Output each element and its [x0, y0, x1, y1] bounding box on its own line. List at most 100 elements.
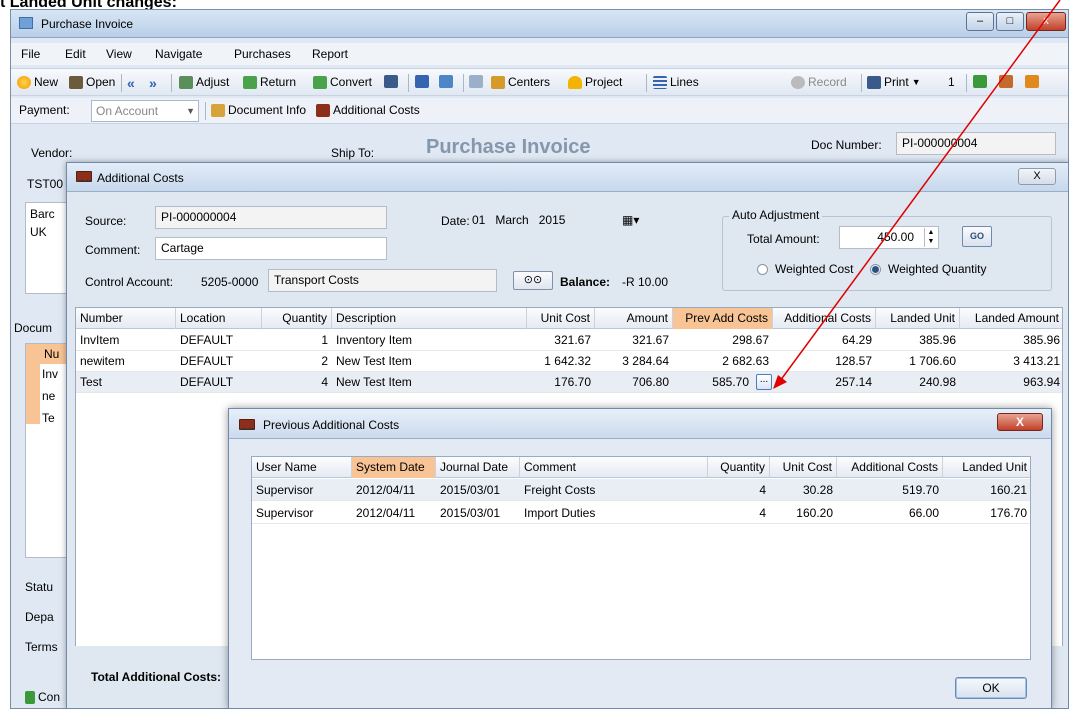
spinner[interactable]: ▲ ▼ — [924, 228, 937, 247]
lookup-account-button[interactable]: ⊙⊙ — [513, 271, 553, 290]
column-header[interactable]: Location — [176, 308, 262, 329]
source-field[interactable]: PI-000000004 — [155, 206, 387, 229]
doc-number-field[interactable]: PI-000000004 — [896, 132, 1056, 155]
documents-tab-fragment[interactable]: Docum — [14, 321, 52, 335]
adjust-button[interactable]: Adjust — [179, 75, 229, 89]
next-icon[interactable]: » — [149, 75, 157, 91]
weighted-quantity-label: Weighted Quantity — [888, 262, 987, 276]
column-header[interactable]: Description — [332, 308, 527, 329]
column-header-system-date[interactable]: System Date — [352, 457, 436, 478]
print-button[interactable]: Print ▼ — [867, 75, 921, 89]
weighted-quantity-radio[interactable] — [870, 264, 881, 275]
app-icon — [19, 17, 33, 29]
column-header[interactable]: User Name — [252, 457, 352, 478]
grid-icon[interactable] — [1025, 75, 1039, 88]
cell-additional-costs: 66.00 — [908, 506, 939, 520]
minimize-button[interactable]: – — [966, 12, 994, 31]
prev-costs-ellipsis-button[interactable]: ... — [756, 374, 772, 390]
column-header[interactable]: Unit Cost — [770, 457, 837, 478]
cell-landed-amount: 385.96 — [1023, 333, 1060, 347]
payment-select[interactable]: On Account ▼ — [91, 100, 199, 122]
calculator-icon[interactable] — [469, 75, 483, 88]
cell-prev-add-costs: 585.70 — [712, 375, 749, 389]
refresh-icon[interactable] — [439, 75, 453, 88]
cell-location: DEFAULT — [180, 333, 234, 347]
con-tab-fragment[interactable]: Con — [25, 690, 60, 704]
truck-icon — [76, 171, 92, 182]
open-button[interactable]: Open — [69, 75, 115, 89]
close-icon[interactable]: X — [1018, 168, 1056, 185]
status-label-fragment: Statu — [25, 580, 54, 594]
ok-button[interactable]: OK — [955, 677, 1027, 699]
toolbar-separator — [966, 74, 967, 92]
cell-unit-cost: 321.67 — [554, 333, 591, 347]
left-grid-cell: Te — [42, 411, 55, 425]
convert-button[interactable]: Convert — [313, 75, 372, 89]
calendar-icon[interactable]: ▦▾ — [622, 209, 639, 231]
cell-landed-unit: 176.70 — [990, 506, 1027, 520]
maximize-button[interactable]: □ — [996, 12, 1024, 31]
column-header[interactable]: Amount — [595, 308, 673, 329]
column-header[interactable]: Unit Cost — [527, 308, 595, 329]
column-header[interactable]: Quantity — [708, 457, 770, 478]
menu-view[interactable]: View — [106, 47, 132, 61]
users-icon[interactable] — [999, 75, 1013, 88]
project-icon — [568, 75, 582, 89]
record-icon — [791, 75, 805, 89]
dialog-title: Additional Costs — [97, 171, 184, 185]
column-header[interactable]: Landed Unit — [943, 457, 1030, 478]
column-header-prev-add-costs[interactable]: Prev Add Costs — [673, 308, 773, 329]
previous-costs-grid: User Name System Date Journal Date Comme… — [251, 456, 1031, 660]
cell-journal-date: 2015/03/01 — [440, 506, 501, 520]
column-header[interactable]: Quantity — [262, 308, 332, 329]
cell-quantity: 4 — [759, 506, 766, 520]
additional-costs-button[interactable]: Additional Costs — [316, 103, 420, 117]
table-row[interactable]: Supervisor 2012/04/11 2015/03/01 Freight… — [252, 479, 1030, 501]
document-info-button[interactable]: Document Info — [211, 103, 306, 117]
date-picker[interactable]: 01 March 2015 ▦▾ — [472, 209, 652, 231]
cell-amount: 321.67 — [632, 333, 669, 347]
tool-icon[interactable] — [384, 75, 398, 88]
table-row[interactable]: InvItem DEFAULT 1 Inventory Item 321.67 … — [76, 330, 1062, 351]
new-button[interactable]: New — [17, 75, 58, 89]
column-header[interactable]: Number — [76, 308, 176, 329]
cell-additional-costs: 257.14 — [835, 375, 872, 389]
form-title: Purchase Invoice — [426, 136, 591, 158]
return-button[interactable]: Return — [243, 75, 296, 89]
cell-landed-unit: 1 706.60 — [909, 354, 956, 368]
menu-edit[interactable]: Edit — [65, 47, 86, 61]
menu-navigate[interactable]: Navigate — [155, 47, 202, 61]
cell-additional-costs: 519.70 — [902, 483, 939, 497]
control-account-name[interactable]: Transport Costs — [268, 269, 497, 292]
column-header[interactable]: Additional Costs — [837, 457, 943, 478]
project-button[interactable]: Project — [568, 75, 622, 89]
close-button[interactable]: x — [1026, 12, 1066, 31]
menu-purchases[interactable]: Purchases — [234, 47, 291, 61]
menu-file[interactable]: File — [21, 47, 40, 61]
cell-additional-costs: 64.29 — [841, 333, 872, 347]
column-header[interactable]: Landed Amount — [960, 308, 1062, 329]
comment-field[interactable]: Cartage — [155, 237, 387, 260]
menu-report[interactable]: Report — [312, 47, 348, 61]
save-icon[interactable] — [415, 75, 429, 88]
column-header[interactable]: Landed Unit — [876, 308, 960, 329]
left-grid-header: Nu — [44, 347, 60, 361]
previous-icon[interactable]: « — [127, 75, 135, 91]
column-header[interactable]: Additional Costs — [773, 308, 876, 329]
centers-button[interactable]: Centers — [491, 75, 550, 89]
print-copies[interactable]: 1 — [948, 75, 955, 89]
table-row-selected[interactable]: Test DEFAULT 4 New Test Item 176.70 706.… — [76, 372, 1062, 393]
cell-prev-add-costs: 298.67 — [732, 333, 769, 347]
close-icon[interactable]: X — [997, 413, 1043, 431]
report-icon[interactable] — [973, 75, 987, 88]
weighted-cost-radio[interactable] — [757, 264, 768, 275]
record-button[interactable]: Record — [791, 75, 847, 89]
table-row[interactable]: newitem DEFAULT 2 New Test Item 1 642.32… — [76, 351, 1062, 372]
go-button[interactable]: GO — [962, 226, 992, 247]
control-account-code[interactable]: 5205-0000 — [201, 275, 258, 289]
lines-button[interactable]: Lines — [653, 75, 699, 89]
column-header[interactable]: Journal Date — [436, 457, 520, 478]
cell-quantity: 1 — [321, 333, 328, 347]
column-header[interactable]: Comment — [520, 457, 708, 478]
table-row[interactable]: Supervisor 2012/04/11 2015/03/01 Import … — [252, 502, 1030, 524]
